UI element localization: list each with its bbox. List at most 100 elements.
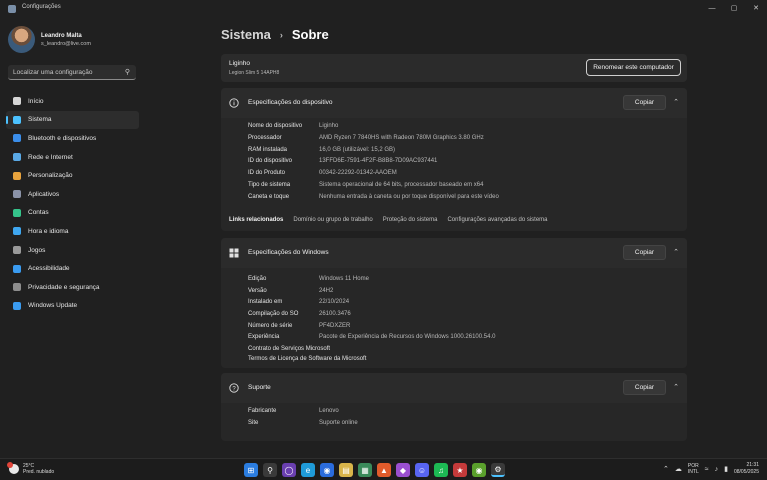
services-agreement-link[interactable]: Contrato de Serviços Microsoft xyxy=(248,346,330,352)
system-protection-link[interactable]: Proteção do sistema xyxy=(383,217,438,223)
gamepad-icon xyxy=(13,246,21,255)
shield-icon xyxy=(13,283,21,292)
taskbar: 25°C Pred. nublado ⊞ ⚲ ◯ e ◉ ▤ ▦ ▲ ◆ ☺ ♫… xyxy=(0,458,767,480)
spec-key: Fabricante xyxy=(248,408,277,414)
sidebar-item-label: Acessibilidade xyxy=(28,265,70,273)
windows-logo-icon xyxy=(229,248,239,258)
sidebar-item-label: Sistema xyxy=(28,116,52,124)
sidebar-item-bluetooth[interactable]: Bluetooth e dispositivos xyxy=(6,129,139,148)
device-name: Liginho xyxy=(229,60,250,67)
search-icon[interactable]: ⚲ xyxy=(263,463,277,477)
sidebar-item-label: Contas xyxy=(28,209,49,217)
wifi-icon[interactable]: ≈ xyxy=(705,466,709,473)
sidebar-item-aplicativos[interactable]: Aplicativos xyxy=(6,185,139,204)
monitor-icon xyxy=(13,115,21,124)
spec-value: AMD Ryzen 7 7840HS with Radeon 780M Grap… xyxy=(319,135,484,141)
support-online-link[interactable]: Suporte online xyxy=(319,420,358,426)
date: 08/05/2025 xyxy=(733,469,759,475)
sidebar-item-rede[interactable]: Rede e Internet xyxy=(6,148,139,167)
copy-support-button[interactable]: Copiar xyxy=(623,380,666,395)
spec-row: Fabricante Lenovo xyxy=(248,408,339,414)
copy-windows-specs-button[interactable]: Copiar xyxy=(623,245,666,260)
spec-key: Número de série xyxy=(248,323,293,329)
sidebar-item-contas[interactable]: Contas xyxy=(6,204,139,223)
chrome-icon[interactable]: ◉ xyxy=(320,463,334,477)
close-button[interactable]: ✕ xyxy=(745,0,767,16)
chevron-up-icon[interactable]: ⌃ xyxy=(673,248,679,256)
battery-icon[interactable]: ▮ xyxy=(724,465,728,473)
game-icon[interactable]: ◆ xyxy=(396,463,410,477)
sidebar-item-label: Início xyxy=(28,97,44,105)
store-icon[interactable]: ▦ xyxy=(358,463,372,477)
sidebar-item-label: Aplicativos xyxy=(28,190,60,198)
clock[interactable]: 21:31 08/05/2025 xyxy=(734,462,759,476)
support-header[interactable]: ? Suporte Copiar ⌃ xyxy=(221,373,687,403)
sidebar-item-acessibilidade[interactable]: Acessibilidade xyxy=(6,259,139,278)
cloud-icon xyxy=(7,462,19,474)
search-input[interactable]: Localizar uma configuração ⚲ xyxy=(8,65,136,80)
spotify-icon[interactable]: ♫ xyxy=(434,463,448,477)
spec-row: Caneta e toque Nenhuma entrada à caneta o… xyxy=(248,194,499,200)
spec-value: Pacote de Experiência de Recursos do Win… xyxy=(319,334,496,340)
weather-desc: Pred. nublado xyxy=(23,469,55,475)
spec-row: Edição Windows 11 Home xyxy=(248,276,369,282)
support-title: Suporte xyxy=(248,384,271,391)
sidebar-item-label: Privacidade e segurança xyxy=(28,283,100,291)
riot-icon[interactable]: ★ xyxy=(453,463,467,477)
page-title: Sobre xyxy=(291,27,329,42)
spec-value: Sistema operacional de 64 bits, processa… xyxy=(319,182,484,188)
bluetooth-icon xyxy=(13,134,21,143)
weather-widget[interactable]: 25°C Pred. nublado xyxy=(7,462,55,475)
maximize-button[interactable]: ▢ xyxy=(723,0,745,16)
user-profile[interactable]: Leandro Malta s_leandro@live.com xyxy=(8,26,91,53)
license-terms-link[interactable]: Termos de Licença de Software da Microso… xyxy=(248,356,366,362)
chevron-up-icon[interactable]: ⌃ xyxy=(663,465,669,473)
volume-icon[interactable]: ♪ xyxy=(715,466,719,473)
spec-row: Site Suporte online xyxy=(248,420,358,426)
wifi-icon xyxy=(13,153,21,162)
copy-device-specs-button[interactable]: Copiar xyxy=(623,95,666,110)
windows-specs-header[interactable]: Especificações do Windows Copiar ⌃ xyxy=(221,238,687,268)
rename-computer-button[interactable]: Renomear este computador xyxy=(586,59,681,76)
start-icon[interactable]: ⊞ xyxy=(244,463,258,477)
device-specs-card: Especificações do dispositivo Copiar ⌃ N… xyxy=(221,88,687,231)
spec-value: Nenhuma entrada à caneta ou por toque di… xyxy=(319,194,499,200)
discord-icon[interactable]: ☺ xyxy=(415,463,429,477)
advanced-settings-link[interactable]: Configurações avançadas do sistema xyxy=(447,217,547,223)
spec-key: ID do Produto xyxy=(248,170,286,176)
file-explorer-icon[interactable]: ▤ xyxy=(339,463,353,477)
chevron-up-icon[interactable]: ⌃ xyxy=(673,98,679,106)
settings-icon[interactable]: ⚙ xyxy=(491,463,505,477)
domain-workgroup-link[interactable]: Domínio ou grupo de trabalho xyxy=(293,217,372,223)
breadcrumb-parent[interactable]: Sistema xyxy=(221,27,271,42)
onedrive-icon[interactable]: ☁ xyxy=(675,465,682,473)
device-specs-header[interactable]: Especificações do dispositivo Copiar ⌃ xyxy=(221,88,687,118)
copilot-icon[interactable]: ◯ xyxy=(282,463,296,477)
minimize-button[interactable]: — xyxy=(701,0,723,16)
spec-row: Tipo de sistema Sistema operacional de 64… xyxy=(248,182,483,188)
sidebar-item-jogos[interactable]: Jogos xyxy=(6,241,139,260)
device-model: Legion Slim 5 14APH8 xyxy=(229,70,280,76)
nvidia-icon[interactable]: ◉ xyxy=(472,463,486,477)
sidebar-item-windows-update[interactable]: Windows Update xyxy=(6,297,139,316)
sidebar-item-personalizacao[interactable]: Personalização xyxy=(6,166,139,185)
sidebar-item-hora[interactable]: Hora e idioma xyxy=(6,222,139,241)
device-name-bar: Liginho Legion Slim 5 14APH8 Renomear es… xyxy=(221,54,687,82)
spec-value: Windows 11 Home xyxy=(319,276,369,282)
edge-icon[interactable]: e xyxy=(301,463,315,477)
spec-key: Versão xyxy=(248,288,267,294)
brave-icon[interactable]: ▲ xyxy=(377,463,391,477)
spec-value: 13FFD6E-7591-4F2F-B8B8-7D09AC937441 xyxy=(319,158,438,164)
chevron-up-icon[interactable]: ⌃ xyxy=(673,383,679,391)
sidebar-item-inicio[interactable]: Início xyxy=(6,92,139,111)
support-card: ? Suporte Copiar ⌃ Fabricante Lenovo Site… xyxy=(221,373,687,441)
sidebar-item-sistema[interactable]: Sistema xyxy=(6,110,139,130)
windows-specs-card: Especificações do Windows Copiar ⌃ Ediçã… xyxy=(221,238,687,368)
keyboard-layout: INTL xyxy=(687,469,699,475)
spec-value: PF4DXZER xyxy=(319,323,351,329)
spec-key: Compilação do SO xyxy=(248,311,299,317)
sidebar-item-label: Rede e Internet xyxy=(28,153,73,161)
sidebar-item-privacidade[interactable]: Privacidade e segurança xyxy=(6,278,139,297)
language-indicator[interactable]: POR INTL xyxy=(688,463,699,475)
taskbar-apps: ⊞ ⚲ ◯ e ◉ ▤ ▦ ▲ ◆ ☺ ♫ ★ ◉ ⚙ xyxy=(244,463,505,477)
